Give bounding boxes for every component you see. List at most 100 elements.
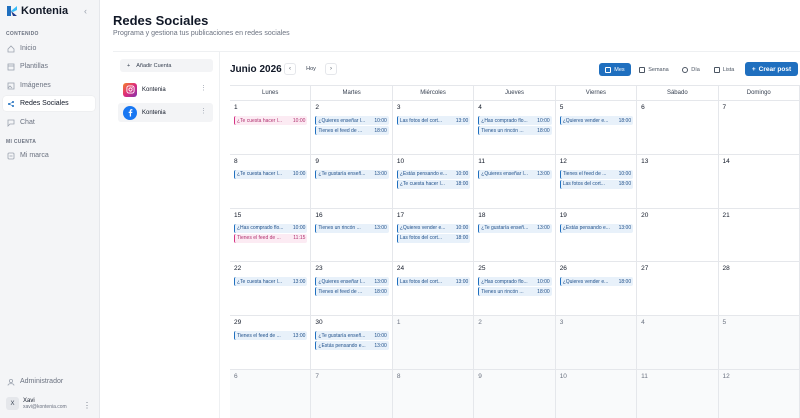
calendar-day-cell[interactable]: 12 Tienes el feed de ... 10:00 Las fotos de… bbox=[555, 154, 638, 209]
facebook-post-chip[interactable]: ¿Quieres vender e... 10:00 bbox=[396, 223, 471, 233]
calendar-day-cell[interactable]: 18 ¿Te gustaría enseñ... 13:00 bbox=[474, 208, 556, 263]
facebook-post-chip[interactable]: ¿Has comprado flo... 10:00 bbox=[478, 116, 552, 125]
facebook-post-chip[interactable]: ¿Quieres enseñar l... 13:00 bbox=[315, 277, 389, 287]
sidebar-item-mi-marca[interactable]: Mi marca bbox=[3, 148, 95, 163]
calendar-day-cell[interactable]: 5 bbox=[718, 316, 800, 370]
calendar-day-cell[interactable]: 17 ¿Quieres vender e... 10:00 Las fotos del… bbox=[392, 208, 475, 263]
section-label-content: CONTENIDO bbox=[6, 31, 39, 37]
calendar-day-cell[interactable]: 9 bbox=[474, 369, 556, 418]
facebook-post-chip[interactable]: ¿Te cuesta hacer l... 18:00 bbox=[396, 179, 471, 189]
collapse-sidebar-icon[interactable]: ‹ bbox=[84, 6, 87, 16]
facebook-post-chip[interactable]: ¿Te cuesta hacer l... 10:00 bbox=[234, 169, 308, 179]
calendar-day-cell[interactable]: 28 bbox=[718, 262, 800, 317]
account-menu-icon[interactable]: ⋮ bbox=[200, 84, 207, 92]
facebook-post-chip[interactable]: ¿Quieres vender e... 18:00 bbox=[559, 277, 634, 287]
calendar-day-cell[interactable]: 19 ¿Estás pensando e... 13:00 bbox=[555, 208, 638, 263]
prev-month-button[interactable]: ‹ bbox=[284, 63, 296, 75]
create-post-button[interactable]: + Crear post bbox=[745, 62, 798, 76]
calendar-day-cell[interactable]: 8 bbox=[392, 369, 475, 418]
facebook-post-chip[interactable]: ¿Te cuesta hacer l... 13:00 bbox=[234, 277, 308, 287]
image-icon bbox=[7, 82, 15, 89]
calendar-day-cell[interactable]: 4 bbox=[637, 316, 719, 370]
sidebar-item-imagenes[interactable]: Imágenes bbox=[3, 78, 95, 93]
view-day-button[interactable]: Día bbox=[678, 63, 704, 76]
calendar-day-cell[interactable]: 24 Las fotos del cort... 13:00 bbox=[392, 262, 475, 317]
facebook-post-chip[interactable]: ¿Quieres enseñar l... 13:00 bbox=[478, 169, 552, 179]
add-account-label: Añadir Cuenta bbox=[136, 62, 172, 69]
facebook-post-chip[interactable]: Tienes un rincón ... 18:00 bbox=[478, 126, 552, 135]
facebook-post-chip[interactable]: Las fotos del cort... 13:00 bbox=[396, 277, 471, 287]
facebook-post-chip[interactable]: ¿Estás pensando e... 10:00 bbox=[396, 169, 471, 179]
calendar-day-cell[interactable]: 27 bbox=[637, 262, 719, 317]
calendar-day-cell[interactable]: 6 bbox=[230, 369, 312, 418]
facebook-post-chip[interactable]: Tienes un rincón ... 13:00 bbox=[315, 223, 389, 233]
facebook-post-chip[interactable]: Tienes el feed de ... 10:00 bbox=[559, 169, 634, 179]
facebook-post-chip[interactable]: Las fotos del cort... 18:00 bbox=[559, 179, 634, 189]
calendar-day-cell[interactable]: 21 bbox=[718, 208, 800, 263]
calendar-day-cell[interactable]: 11 ¿Quieres enseñar l... 13:00 bbox=[474, 154, 556, 209]
instagram-post-chip[interactable]: ¿Te cuesta hacer l... 10:00 bbox=[234, 116, 308, 125]
view-week-button[interactable]: Semana bbox=[635, 63, 673, 76]
calendar-day-cell[interactable]: 10 bbox=[555, 369, 638, 418]
calendar-day-cell[interactable]: 16 Tienes un rincón ... 13:00 bbox=[311, 208, 393, 263]
facebook-post-chip[interactable]: ¿Has comprado flo... 10:00 bbox=[234, 223, 308, 233]
calendar-day-cell[interactable]: 30 ¿Te gustaría enseñ... 10:00 ¿Estás pensa… bbox=[311, 316, 393, 370]
next-month-button[interactable]: › bbox=[325, 63, 337, 75]
logo[interactable]: Kontenia bbox=[6, 5, 68, 17]
facebook-post-chip[interactable]: ¿Te gustaría enseñ... 13:00 bbox=[315, 169, 389, 179]
facebook-post-chip[interactable]: ¿Te gustaría enseñ... 10:00 bbox=[315, 331, 389, 341]
facebook-post-chip[interactable]: Tienes un rincón ... 18:00 bbox=[478, 287, 552, 297]
calendar-day-cell[interactable]: 14 bbox=[718, 154, 800, 209]
calendar-day-cell[interactable]: 7 bbox=[311, 369, 393, 418]
account-item-facebook[interactable]: Kontenia ⋮ bbox=[118, 103, 213, 122]
facebook-post-chip[interactable]: ¿Estás pensando e... 13:00 bbox=[315, 341, 389, 351]
facebook-post-chip[interactable]: Tienes el feed de ... 18:00 bbox=[315, 126, 389, 135]
facebook-post-chip[interactable]: ¿Estás pensando e... 13:00 bbox=[559, 223, 634, 233]
add-account-button[interactable]: + Añadir Cuenta bbox=[120, 59, 213, 72]
user-profile[interactable]: X Xavi xavi@kontenia.com bbox=[6, 397, 67, 410]
facebook-post-chip[interactable]: Las fotos del cort... 18:00 bbox=[396, 233, 471, 243]
facebook-post-chip[interactable]: Las fotos del cort... 13:00 bbox=[396, 116, 471, 125]
calendar-day-cell[interactable]: 23 ¿Quieres enseñar l... 13:00 Tienes el fe… bbox=[311, 262, 393, 317]
instagram-post-chip[interactable]: Tienes el feed de ... 11:15 bbox=[234, 233, 308, 243]
calendar-day-cell[interactable]: 2 ¿Quieres enseñar l... 10:00 Tienes el fee… bbox=[311, 101, 393, 155]
calendar-day-cell[interactable]: 1 bbox=[392, 316, 475, 370]
calendar-day-cell[interactable]: 11 bbox=[637, 369, 719, 418]
today-button[interactable]: Hoy bbox=[300, 63, 322, 75]
sidebar-item-plantillas[interactable]: Plantillas bbox=[3, 59, 95, 74]
calendar-day-cell[interactable]: 12 bbox=[718, 369, 800, 418]
calendar-day-cell[interactable]: 3 bbox=[555, 316, 638, 370]
facebook-post-chip[interactable]: ¿Quieres vender e... 18:00 bbox=[559, 116, 634, 125]
calendar-day-cell[interactable]: 22 ¿Te cuesta hacer l... 13:00 bbox=[230, 262, 312, 317]
sidebar-item-redes-sociales[interactable]: Redes Sociales bbox=[3, 96, 95, 111]
calendar-day-cell[interactable]: 4 ¿Has comprado flo... 10:00 Tienes un rinc… bbox=[474, 101, 556, 155]
calendar-day-cell[interactable]: 3 Las fotos del cort... 13:00 bbox=[392, 101, 475, 155]
user-menu-icon[interactable]: ⋮ bbox=[83, 401, 91, 410]
calendar-day-cell[interactable]: 7 bbox=[718, 101, 800, 155]
calendar-day-cell[interactable]: 8 ¿Te cuesta hacer l... 10:00 bbox=[230, 154, 312, 209]
calendar-day-cell[interactable]: 15 ¿Has comprado flo... 10:00 Tienes el fee… bbox=[230, 208, 312, 263]
sidebar-item-inicio[interactable]: Inicio bbox=[3, 41, 95, 56]
calendar-day-cell[interactable]: 10 ¿Estás pensando e... 10:00 ¿Te cuesta ha… bbox=[392, 154, 475, 209]
facebook-post-chip[interactable]: ¿Te gustaría enseñ... 13:00 bbox=[478, 223, 552, 233]
view-month-button[interactable]: Mes bbox=[599, 63, 631, 76]
calendar-day-cell[interactable]: 6 bbox=[637, 101, 719, 155]
facebook-post-chip[interactable]: ¿Has comprado flo... 10:00 bbox=[478, 277, 552, 287]
calendar-day-cell[interactable]: 5 ¿Quieres vender e... 18:00 bbox=[555, 101, 638, 155]
calendar-day-cell[interactable]: 1 ¿Te cuesta hacer l... 10:00 bbox=[230, 101, 312, 155]
calendar-day-cell[interactable]: 25 ¿Has comprado flo... 10:00 Tienes un rin… bbox=[474, 262, 556, 317]
facebook-post-chip[interactable]: ¿Quieres enseñar l... 10:00 bbox=[315, 116, 389, 125]
sidebar-item-administrador[interactable]: Administrador bbox=[3, 374, 95, 389]
calendar-day-cell[interactable]: 13 bbox=[637, 154, 719, 209]
account-item-instagram[interactable]: Kontenia ⋮ bbox=[118, 80, 213, 99]
sidebar-item-chat[interactable]: Chat bbox=[3, 115, 95, 130]
calendar-day-cell[interactable]: 29 Tienes el feed de ... 13:00 bbox=[230, 316, 312, 370]
facebook-post-chip[interactable]: Tienes el feed de ... 18:00 bbox=[315, 287, 389, 297]
calendar-day-cell[interactable]: 2 bbox=[474, 316, 556, 370]
calendar-day-cell[interactable]: 9 ¿Te gustaría enseñ... 13:00 bbox=[311, 154, 393, 209]
facebook-post-chip[interactable]: Tienes el feed de ... 13:00 bbox=[234, 331, 308, 341]
account-menu-icon[interactable]: ⋮ bbox=[200, 107, 207, 115]
calendar-day-cell[interactable]: 26 ¿Quieres vender e... 18:00 bbox=[555, 262, 638, 317]
calendar-day-cell[interactable]: 20 bbox=[637, 208, 719, 263]
view-list-button[interactable]: Lista bbox=[710, 63, 738, 76]
